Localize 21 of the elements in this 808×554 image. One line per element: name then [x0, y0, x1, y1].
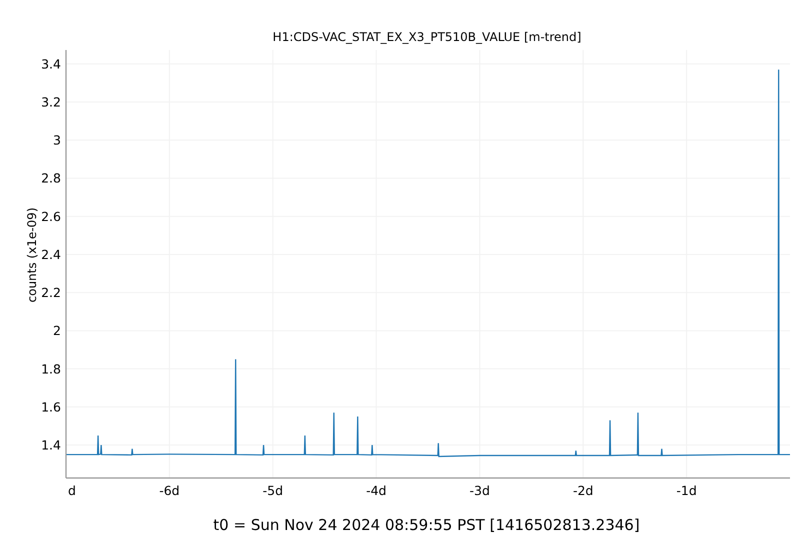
tick-label: 1.8: [41, 361, 61, 376]
tick-label: -3d: [470, 483, 490, 498]
tick-label: d: [68, 483, 76, 498]
tick-label: -2d: [572, 483, 594, 498]
tick-label: -1d: [676, 483, 697, 498]
tick-label: 2.2: [41, 285, 61, 300]
tick-label: 1.6: [41, 399, 61, 414]
tick-label: 3.2: [41, 94, 61, 110]
axis-label: counts (x1e-09): [25, 208, 39, 302]
tick-label: -6d: [159, 483, 180, 498]
chart-title: H1:CDS-VAC_STAT_EX_X3_PT510B_VALUE [m-trend]: [272, 30, 582, 44]
tick-label: 2.4: [41, 246, 61, 262]
tick-label: 2.6: [41, 208, 61, 224]
tick-label: 2: [53, 323, 61, 338]
tick-label: -5d: [262, 483, 284, 498]
tick-label: 3: [53, 132, 61, 148]
t0-timestamp: t0 = Sun Nov 24 2024 08:59:55 PST [1416502813.2346]: [213, 516, 640, 534]
tick-label: 3.4: [41, 56, 61, 72]
tick-label: 1.4: [41, 438, 61, 453]
tick-label: -4d: [366, 483, 386, 498]
tick-label: 2.8: [41, 170, 61, 186]
